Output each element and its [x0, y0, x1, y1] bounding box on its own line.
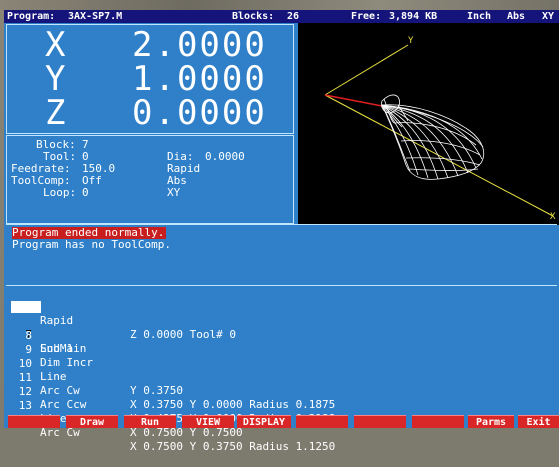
- line-command: Arc Cw: [40, 426, 80, 440]
- fkey-display[interactable]: DISPLAY: [237, 415, 291, 428]
- toolpath-viewport[interactable]: Y X: [298, 23, 559, 225]
- listing-row[interactable]: 8 Sub 1: [6, 315, 406, 356]
- status-panel: Block: 7 Tool: 0 Feedrate: 150.0 ToolCom…: [6, 135, 294, 224]
- axis-row-y: Y 1.0000: [7, 59, 293, 99]
- axis-value: 1.0000: [132, 59, 267, 99]
- axis-letter: X: [45, 25, 66, 65]
- axis-row-z: Z 0.0000: [7, 93, 293, 133]
- rapid-move-line: [324, 94, 383, 107]
- position-panel: X 2.0000 Y 1.0000 Z 0.0000: [6, 24, 294, 134]
- function-key-bar: Draw Run VIEW DISPLAY Parms Exit: [4, 415, 559, 428]
- y-axis-label: Y: [408, 36, 414, 46]
- listing-row-selected[interactable]: 7 EndMain: [6, 301, 406, 355]
- dia-value: 0.0000: [205, 150, 245, 163]
- listing-row[interactable]: 14 Arc Cw X 0.7500 Y 0.3750 Radius 1.125…: [6, 399, 406, 453]
- x-axis-label: X: [550, 212, 556, 222]
- plane-label: XY: [542, 11, 555, 22]
- units-label: Inch: [467, 11, 492, 22]
- plane-mode: XY: [167, 186, 181, 199]
- blocks-label: Blocks:: [232, 11, 275, 22]
- listing-row[interactable]: 6 Rapid Z 0.0000 Tool# 0: [6, 287, 406, 341]
- program-label: Program:: [7, 11, 56, 22]
- program-name: 3AX-SP7.M: [68, 11, 123, 22]
- axis-letter: Z: [45, 93, 66, 133]
- line-cursor: [11, 301, 41, 313]
- fkey-draw[interactable]: Draw: [66, 415, 118, 428]
- blocks-value: 26: [287, 11, 300, 22]
- fkey-run[interactable]: Run: [124, 415, 176, 428]
- title-bar: Program: 3AX-SP7.M Blocks: 26 Free: 3,89…: [4, 10, 559, 23]
- toolpath-drawing: Y X: [324, 36, 556, 222]
- fkey-exit[interactable]: Exit: [518, 415, 559, 428]
- listing-row[interactable]: 9 Dim Incr: [6, 329, 406, 370]
- wireframe-part: [381, 94, 485, 180]
- cnc-screen: Program: 3AX-SP7.M Blocks: 26 Free: 3,89…: [4, 10, 559, 453]
- message-area: Program ended normally. Program has no T…: [6, 224, 557, 286]
- fkey-6[interactable]: [296, 415, 348, 428]
- listing-row[interactable]: 10 Line Y 0.3750: [6, 343, 406, 397]
- loop-value: 0: [82, 186, 89, 199]
- program-listing[interactable]: 6 Rapid Z 0.0000 Tool# 0 7 EndMain 8 Sub…: [6, 284, 557, 453]
- axis-value: 2.0000: [132, 25, 267, 65]
- fkey-view[interactable]: VIEW: [182, 415, 234, 428]
- fkey-8[interactable]: [412, 415, 464, 428]
- free-label: Free:: [351, 11, 382, 22]
- line-args: X 0.7500 Y 0.3750 Radius 1.1250: [130, 439, 336, 453]
- listing-row[interactable]: 13 Line X 0.7500 Y 0.7500: [6, 385, 406, 439]
- fkey-7[interactable]: [354, 415, 406, 428]
- loop-label: Loop:: [43, 186, 77, 199]
- free-value: 3,894 KB: [389, 11, 438, 22]
- axis-value: 0.0000: [132, 93, 267, 133]
- mode-label: Abs: [507, 11, 526, 22]
- fkey-1[interactable]: [8, 415, 60, 428]
- axis-letter: Y: [45, 59, 66, 99]
- fkey-parms[interactable]: Parms: [468, 415, 514, 428]
- listing-row[interactable]: 12 Arc Ccw X 0.4375 Y 0.0000 Radius 0.21…: [6, 371, 406, 425]
- y-axis-line: [324, 44, 409, 96]
- message-line-2: Program has no ToolComp.: [12, 238, 171, 251]
- axis-row-x: X 2.0000: [7, 25, 293, 65]
- listing-row[interactable]: 11 Arc Cw X 0.3750 Y 0.0000 Radius 0.187…: [6, 357, 406, 411]
- x-axis-line: [324, 94, 554, 217]
